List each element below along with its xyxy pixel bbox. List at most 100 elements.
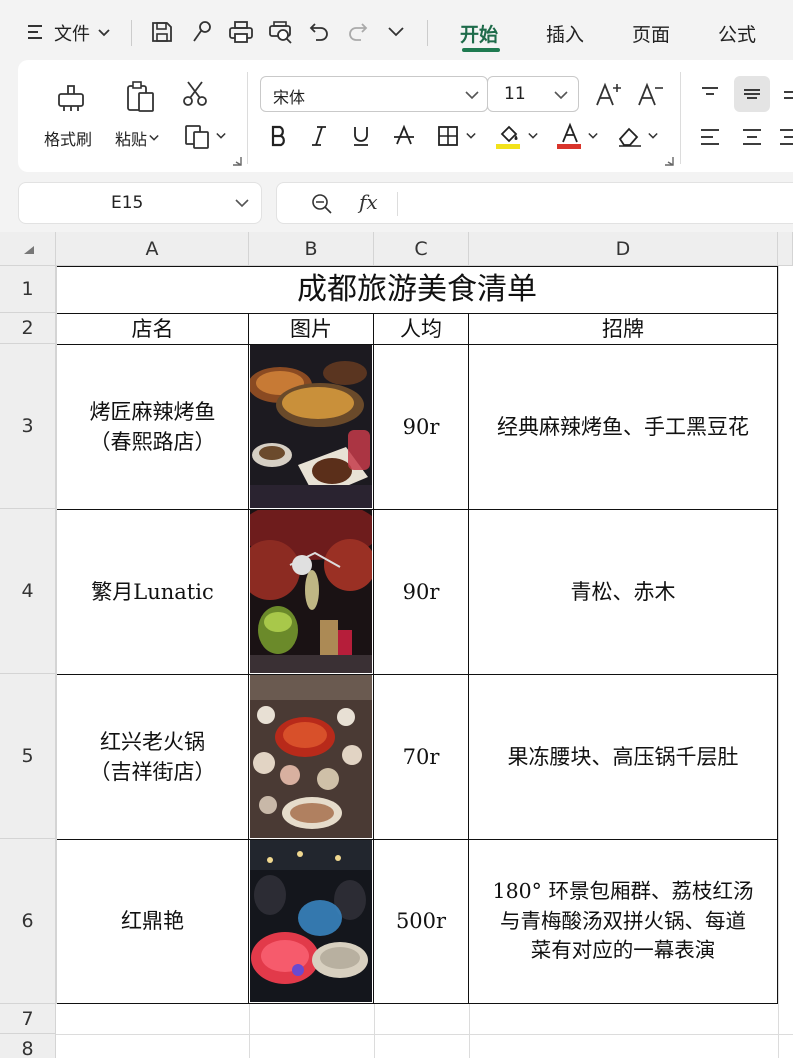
cell-name[interactable]: 红兴老火锅 （吉祥街店） [57,675,248,839]
cell-signature[interactable]: 经典麻辣烤鱼、手工黑豆花 [469,345,777,509]
select-all-corner[interactable] [0,232,56,266]
tab-page[interactable]: 页面 [632,20,670,47]
quick-access-more-icon[interactable] [388,26,404,38]
align-right-icon[interactable] [780,126,793,148]
row-header-7[interactable]: 7 [0,1004,56,1034]
name-line: 繁月Lunatic [91,579,214,604]
italic-icon[interactable] [308,124,330,148]
font-size-select[interactable]: 11 [487,76,579,112]
clipboard-launcher-icon[interactable] [232,156,242,166]
cell-price[interactable]: 90r [374,510,468,674]
paste-icon[interactable] [124,80,158,114]
column-header-d[interactable]: D [469,232,778,266]
save-icon[interactable] [150,20,174,44]
signature-line: 与青梅酸汤双拼火锅、每道 [500,908,746,933]
cell-price[interactable]: 500r [374,840,468,1003]
align-bottom-icon[interactable] [782,82,793,104]
gridline [778,266,779,1058]
cut-icon[interactable] [182,80,208,108]
row-header-6[interactable]: 6 [0,839,56,1004]
font-color-icon[interactable] [558,122,582,144]
tab-home[interactable]: 开始 [460,20,498,47]
print-preview-icon[interactable] [268,20,294,44]
cell-price[interactable]: 90r [374,345,468,509]
header-name[interactable]: 店名 [57,314,248,344]
food-photo[interactable] [250,675,372,838]
table-border [56,1003,778,1004]
signature-line: 青松、赤木 [570,579,676,604]
align-top-icon[interactable] [698,82,722,104]
food-photo[interactable] [250,840,372,1002]
chevron-down-icon[interactable] [216,132,226,140]
chevron-down-icon[interactable] [466,132,476,140]
chevron-down-icon [554,91,568,100]
redo-icon[interactable] [347,20,369,44]
sheet-title[interactable]: 成都旅游美食清单 [57,267,777,313]
align-center-icon[interactable] [740,126,764,148]
cell-name[interactable]: 繁月Lunatic [57,510,248,674]
header-photo[interactable]: 图片 [249,314,373,344]
zoom-search-icon[interactable] [311,193,333,215]
font-name-select[interactable]: 宋体 [260,76,488,112]
column-header-c[interactable]: C [374,232,469,266]
tab-insert[interactable]: 插入 [546,20,584,47]
cell-signature[interactable]: 青松、赤木 [469,510,777,674]
signature-line: 经典麻辣烤鱼、手工黑豆花 [497,414,749,439]
name-line: （吉祥街店） [89,760,216,784]
print-icon[interactable] [228,20,254,44]
food-photo[interactable] [250,345,372,508]
paste-button[interactable]: 粘贴 [115,126,159,150]
clear-formatting-icon[interactable] [616,124,644,148]
name-line: 红兴老火锅 [100,729,205,754]
name-box[interactable]: E15 [18,182,262,224]
borders-icon[interactable] [436,124,460,148]
cell-signature[interactable]: 果冻腰块、高压锅千层肚 [469,675,777,839]
insert-function-button[interactable]: fx [359,190,378,214]
menu-icon[interactable] [26,22,44,42]
file-menu[interactable]: 文件 [54,20,110,46]
row-header-8[interactable]: 8 [0,1034,56,1058]
decrease-font-size-icon[interactable] [636,82,664,108]
strikethrough-icon[interactable] [392,124,416,148]
format-painter-icon[interactable] [54,80,88,114]
active-tab-indicator [462,48,500,52]
align-middle-button[interactable] [734,76,770,112]
column-header-b[interactable]: B [249,232,374,266]
chevron-down-icon[interactable] [528,132,538,140]
chevron-down-icon[interactable] [588,132,598,140]
signature-line: 180° 环景包厢群、荔枝红汤 [492,878,754,903]
toolbar-divider [427,20,428,46]
underline-icon[interactable] [350,124,372,148]
gridline [56,1034,793,1035]
align-middle-icon [740,83,764,105]
column-header-e[interactable] [778,232,793,266]
cell-signature[interactable]: 180° 环景包厢群、荔枝红汤 与青梅酸汤双拼火锅、每道 菜有对应的一幕表演 [469,840,777,1003]
row-header-2[interactable]: 2 [0,313,56,344]
copy-icon[interactable] [184,124,212,150]
formula-input[interactable] [401,185,793,221]
header-signature[interactable]: 招牌 [469,314,777,344]
row-header-4[interactable]: 4 [0,509,56,674]
undo-icon[interactable] [308,20,330,44]
name-line: （春熙路店） [89,430,216,454]
header-price[interactable]: 人均 [374,314,468,344]
tab-formulas[interactable]: 公式 [718,20,756,47]
row-header-1[interactable]: 1 [0,266,56,313]
row-header-3[interactable]: 3 [0,344,56,509]
share-icon[interactable] [191,20,213,44]
ribbon-divider [247,72,248,164]
cell-name[interactable]: 烤匠麻辣烤鱼 （春熙路店） [57,345,248,509]
increase-font-size-icon[interactable] [594,82,622,108]
cell-price[interactable]: 70r [374,675,468,839]
food-photo[interactable] [250,510,372,673]
formula-divider [397,192,398,216]
format-painter-label[interactable]: 格式刷 [44,126,92,150]
column-header-a[interactable]: A [56,232,249,266]
font-launcher-icon[interactable] [664,156,674,166]
gridline [469,1004,470,1058]
chevron-down-icon[interactable] [648,132,658,140]
row-header-5[interactable]: 5 [0,674,56,839]
align-left-icon[interactable] [698,126,722,148]
cell-name[interactable]: 红鼎艳 [57,840,248,1003]
bold-icon[interactable] [268,124,290,148]
